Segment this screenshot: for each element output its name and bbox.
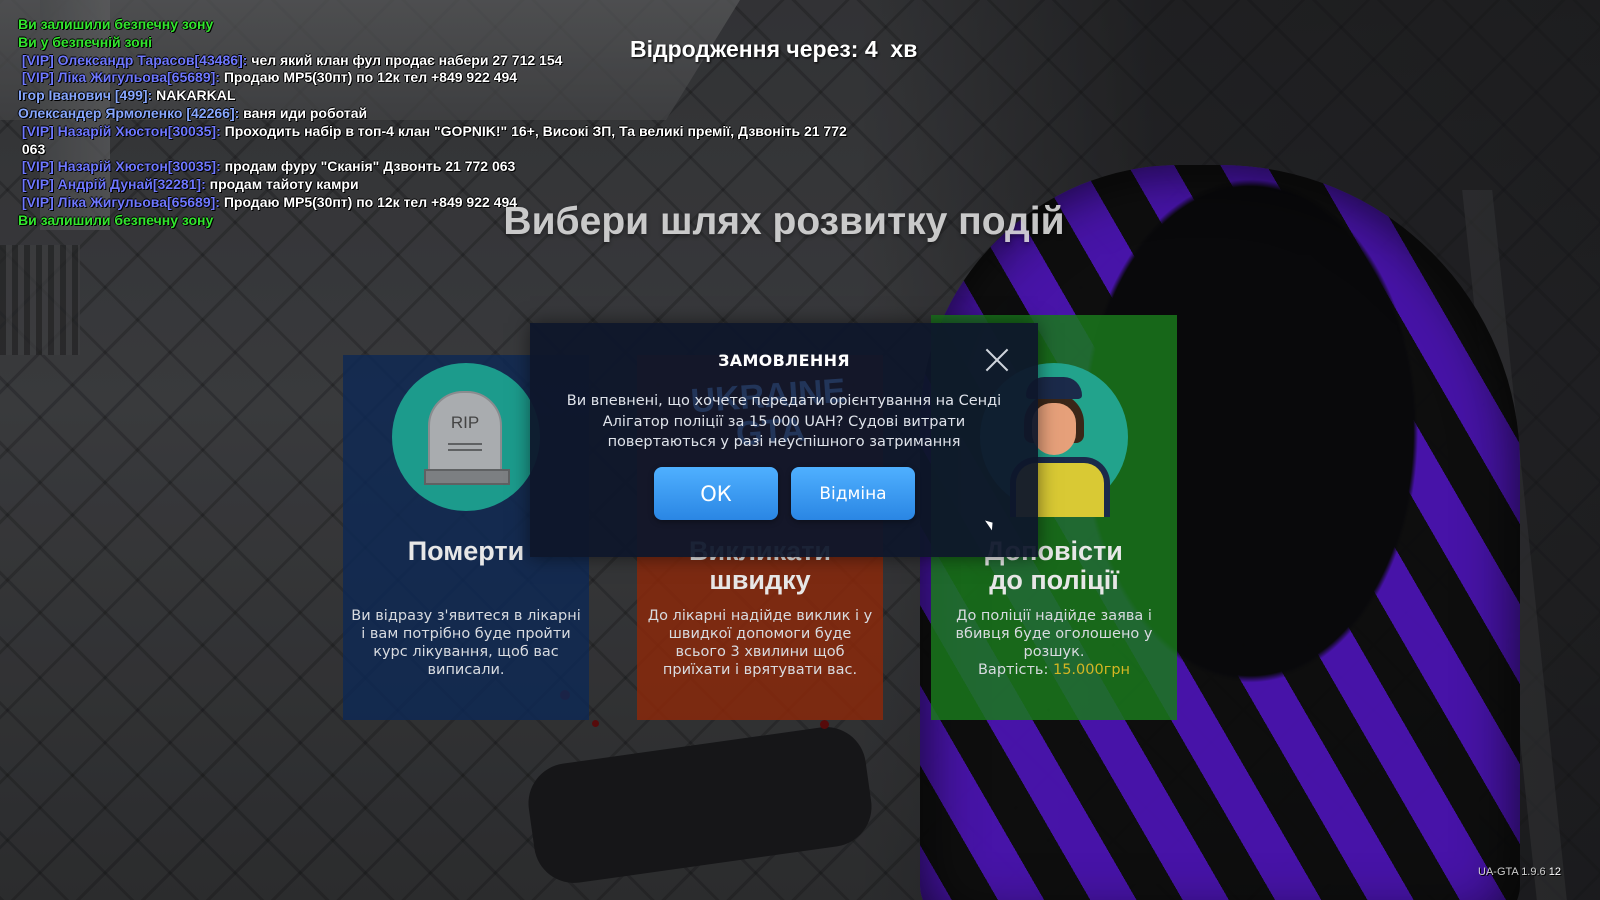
title-line-2: швидку bbox=[709, 565, 811, 595]
choice-title: Вибери шлях розвитку подій bbox=[503, 200, 1065, 243]
order-dialog: UKRAINE GTA ЗАМОВЛЕННЯ Ви впевнені, що х… bbox=[530, 323, 1038, 557]
tombstone-base bbox=[424, 469, 510, 485]
choice-desc-police: До поліції надійде заява і вбивця буде о… bbox=[939, 607, 1169, 679]
chat-line: [VIP] Назарій Хюстон[30035]: Проходить н… bbox=[18, 123, 918, 141]
officer-face bbox=[1032, 403, 1076, 455]
chat-segment: [VIP] Назарій Хюстон[30035]: bbox=[18, 158, 225, 175]
chat-line: Олександер Ярмоленко [42266]: ваня иди р… bbox=[18, 105, 918, 123]
choice-desc-die: Ви відразу з'явитеся в лікарні і вам пот… bbox=[351, 608, 581, 678]
chat-line: [VIP] Андрій Дунай[32281]: продам тайоту… bbox=[18, 176, 918, 194]
chat-line: Ви залишили безпечну зону bbox=[18, 16, 918, 34]
chat-segment: продам фуру "Сканія" Дзвонть 21 772 063 bbox=[224, 158, 516, 175]
chat-segment: Ігор Іванович [499]: bbox=[18, 87, 157, 104]
dialog-message: Ви впевнені, що хочете передати орієнтув… bbox=[566, 393, 1002, 450]
chat-segment: Ви у безпечній зоні bbox=[18, 33, 153, 50]
chat-segment: [VIP] Ліка Жигульова[65689]: bbox=[18, 69, 224, 86]
chat-line: 063 bbox=[18, 141, 918, 159]
chat-segment: NAKARKAL bbox=[156, 87, 236, 104]
rip-text: RIP bbox=[450, 413, 480, 432]
version-label: UA-GTA 1.9.6 bbox=[1478, 866, 1546, 878]
chat-segment: Олександер Ярмоленко [42266]: bbox=[18, 104, 244, 121]
ok-button[interactable]: ОК bbox=[654, 467, 778, 520]
engraving-line bbox=[448, 443, 482, 445]
tombstone: RIP bbox=[428, 391, 502, 475]
title-line-2: до поліції bbox=[989, 565, 1119, 595]
price-value: 15.000грн bbox=[1052, 662, 1131, 678]
price-label: Вартість: bbox=[977, 662, 1053, 678]
tombstone-icon: RIP bbox=[392, 363, 540, 511]
chat-line: Ігор Іванович [499]: NAKARKAL bbox=[18, 87, 918, 105]
chat-segment: продам тайоту камри bbox=[209, 176, 359, 193]
respawn-timer: Відродження через: 4 хв bbox=[630, 36, 918, 62]
chat-segment: Проходить набір в топ-4 клан "GOPNIK!" 1… bbox=[224, 122, 847, 139]
police-desc-text: До поліції надійде заява і вбивця буде о… bbox=[955, 608, 1153, 660]
chat-segment: чел який клан фул продає набери 27 712 1… bbox=[251, 51, 563, 68]
chat-segment: Продаю MP5(30пт) по 12к тел +849 922 494 bbox=[223, 69, 518, 86]
close-icon[interactable] bbox=[984, 347, 1010, 373]
chat-segment: [VIP] Олександр Тарасов[43486]: bbox=[18, 51, 252, 68]
chat-segment: [VIP] Андрій Дунай[32281]: bbox=[18, 176, 210, 193]
cancel-button[interactable]: Відміна bbox=[791, 467, 915, 520]
engraving-line bbox=[448, 449, 482, 451]
chat-segment: [VIP] Назарій Хюстон[30035]: bbox=[18, 122, 225, 139]
chat-segment: ваня иди роботай bbox=[243, 104, 368, 121]
chat-segment: Ви залишили безпечну зону bbox=[18, 16, 214, 32]
chat-line: [VIP] Ліка Жигульова[65689]: Продаю MP5(… bbox=[18, 69, 918, 87]
chat-segment: 063 bbox=[18, 140, 46, 157]
game-version: UA-GTA 1.9.6 12 bbox=[1478, 866, 1561, 878]
choice-desc-ambulance: До лікарні надійде виклик і у швидкої до… bbox=[647, 608, 873, 678]
chat-line: [VIP] Назарій Хюстон[30035]: продам фуру… bbox=[18, 158, 918, 176]
dialog-title: ЗАМОВЛЕННЯ bbox=[718, 351, 850, 370]
version-extra: 12 bbox=[1548, 866, 1561, 878]
